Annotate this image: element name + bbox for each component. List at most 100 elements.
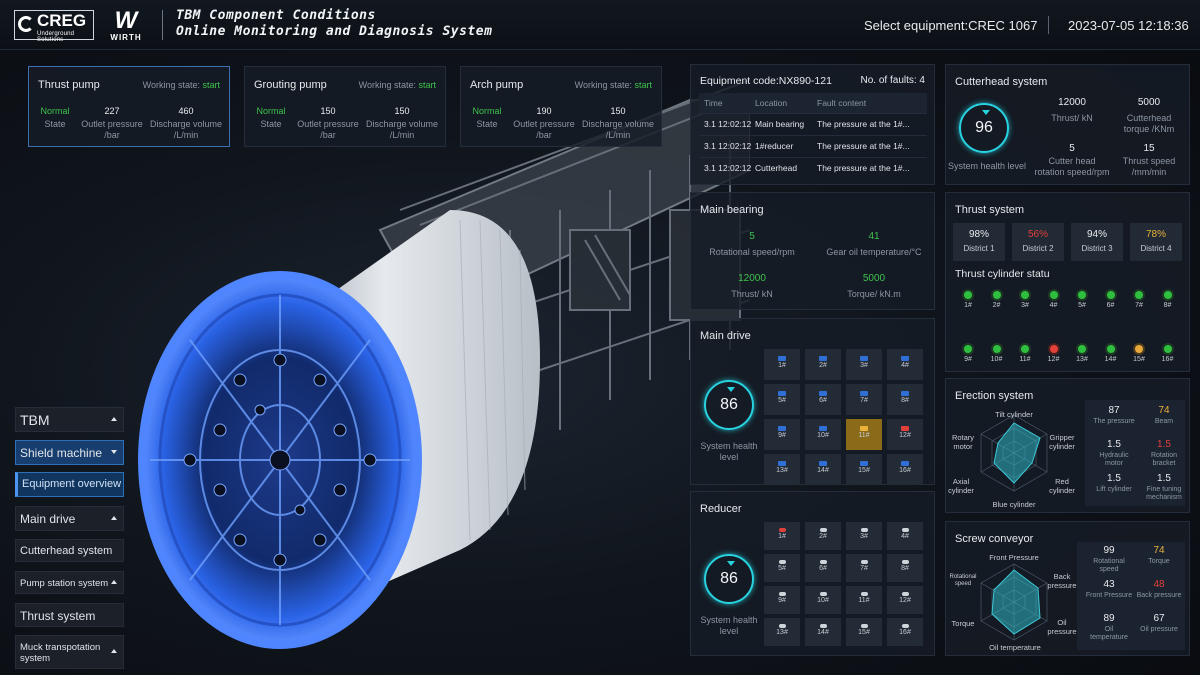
table-row[interactable]: 3.1 12:02:12 Main bearing The pressure at … [699,112,927,135]
motor-icon [819,391,827,396]
reducer-label: 15# [858,629,870,636]
stat-item: 74 Torque [1135,545,1183,566]
reducer-cell[interactable]: 5# [764,554,800,582]
stat-label: The pressure [1093,418,1135,425]
table-row[interactable]: 3.1 12:02:12 1#reducer The pressure at the… [699,134,927,157]
cell-time: 3.1 12:02:12 [699,134,755,157]
main-drive-motor-cell[interactable]: 6# [805,384,841,415]
motor-icon [901,426,909,431]
ws-label: Working state: [574,80,632,90]
motor-icon [860,426,868,431]
cutterhead-health-label: System health level [947,161,1027,171]
cutterhead-health-gauge: 96 [959,103,1009,153]
stat-label: Torque [1148,558,1170,565]
reducer-cell[interactable]: 16# [887,618,923,646]
reducer-cell[interactable]: 12# [887,586,923,614]
reducer-icon [819,528,827,532]
reducer-cell[interactable]: 6# [805,554,841,582]
main-drive-motor-cell[interactable]: 3# [846,349,882,380]
motor-label: 9# [778,432,786,439]
nav-main-drive[interactable]: Main drive [15,506,124,531]
motor-icon [860,356,868,361]
main-drive-motor-cell[interactable]: 4# [887,349,923,380]
stat-label: Back pressure [1136,592,1182,599]
motor-label: 12# [899,432,911,439]
reducer-cell[interactable]: 2# [805,522,841,550]
main-drive-motor-cell[interactable]: 7# [846,384,882,415]
reducer-cell[interactable]: 3# [846,522,882,550]
reducer-cell[interactable]: 15# [846,618,882,646]
thrust-pump-working-state: Working state: start [143,80,220,90]
reducer-cell[interactable]: 13# [764,618,800,646]
thrust-cylinder-label: 2# [992,302,1001,309]
district-card[interactable]: 78% District 4 [1130,223,1182,261]
thrust-cylinder-status: 1# [956,291,980,309]
district-card[interactable]: 94% District 3 [1071,223,1123,261]
stat-label: Front Pressure [1085,592,1133,599]
grouting-pump-card[interactable]: Grouting pump Working state: start Norma… [244,66,446,147]
reducer-icon [860,560,868,564]
cell-location: Cutterhead [755,156,817,179]
reducer-cell[interactable]: 7# [846,554,882,582]
main-drive-motor-cell[interactable]: 14# [805,454,841,485]
reducer-cell[interactable]: 1# [764,522,800,550]
state-label: State [260,119,282,129]
reducer-cell[interactable]: 8# [887,554,923,582]
main-drive-motor-cell[interactable]: 1# [764,349,800,380]
reducer-cell[interactable]: 10# [805,586,841,614]
motor-icon [901,356,909,361]
gear-oil-temp-value: 41 [868,231,880,242]
select-equipment-dropdown[interactable]: Select equipment:CREC 1067 [864,18,1037,33]
thrust-pump-card[interactable]: Thrust pump Working state: start Normal S… [28,66,230,147]
page-title: TBM Component Conditions Online Monitori… [176,8,492,40]
main-drive-motor-cell[interactable]: 8# [887,384,923,415]
reducer-cell[interactable]: 9# [764,586,800,614]
main-drive-motor-cell[interactable]: 5# [764,384,800,415]
motor-icon [860,391,868,396]
outlet-pressure-value: 227 [104,106,120,116]
grouting-pump-title: Grouting pump [254,79,327,91]
cutterhead-title: Cutterhead system [955,76,1048,88]
nav-equipment-overview[interactable]: Equipment overview [15,472,124,497]
main-drive-motor-cell[interactable]: 9# [764,419,800,450]
main-drive-motor-cell[interactable]: 15# [846,454,882,485]
top-header: CREG Underground Solutions W WIRTH TBM C… [0,0,1200,50]
nav-muck-transportation-system[interactable]: Muck transpotation system [15,635,124,669]
nav-thrust-system[interactable]: Thrust system [15,603,124,627]
reducer-cell[interactable]: 11# [846,586,882,614]
col-fault-content: Fault content [817,93,927,113]
main-drive-motor-cell[interactable]: 13# [764,454,800,485]
motor-icon [819,356,827,361]
district-card[interactable]: 56% District 2 [1012,223,1064,261]
main-drive-motor-cell[interactable]: 12# [887,419,923,450]
reducer-label: 9# [778,597,786,604]
main-drive-motor-cell[interactable]: 10# [805,419,841,450]
nav-cutterhead-system[interactable]: Cutterhead system [15,539,124,562]
reducer-cell[interactable]: 14# [805,618,841,646]
reducer-cell[interactable]: 4# [887,522,923,550]
main-drive-motor-cell[interactable]: 2# [805,349,841,380]
stat-item: 43 Front Pressure [1085,579,1133,600]
thrust-cylinder-label: 5# [1078,302,1086,309]
nav-shield-label: Shield machine [20,446,103,460]
district-label: District 3 [1081,244,1113,253]
motor-label: 3# [860,362,868,369]
main-drive-motor-cell[interactable]: 16# [887,454,923,485]
nav-tbm[interactable]: TBM [15,407,124,432]
stat-label: Oil pressure [1140,626,1178,633]
table-row[interactable]: 3.1 12:02:12 Cutterhead The pressure at th… [699,156,927,179]
radar-label-axial-cylinder: Axial cylinder [948,477,974,495]
main-drive-panel: Main drive 86 System health level 1# 2# 3#… [690,318,935,485]
ws-value: start [634,80,652,90]
nav-pump-station-system[interactable]: Pump station system [15,571,124,594]
motor-icon [819,426,827,431]
thrust-pump-title: Thrust pump [38,79,100,91]
motor-icon [901,461,909,466]
arch-pump-card[interactable]: Arch pump Working state: start Normal Sta… [460,66,662,147]
main-drive-motor-cell[interactable]: 11# [846,419,882,450]
thrust-cylinder-status: 13# [1070,345,1094,363]
district-card[interactable]: 98% District 1 [953,223,1005,261]
nav-shield-machine[interactable]: Shield machine [15,440,124,465]
discharge-value: 150 [610,106,626,116]
reducer-label: 8# [901,565,909,572]
